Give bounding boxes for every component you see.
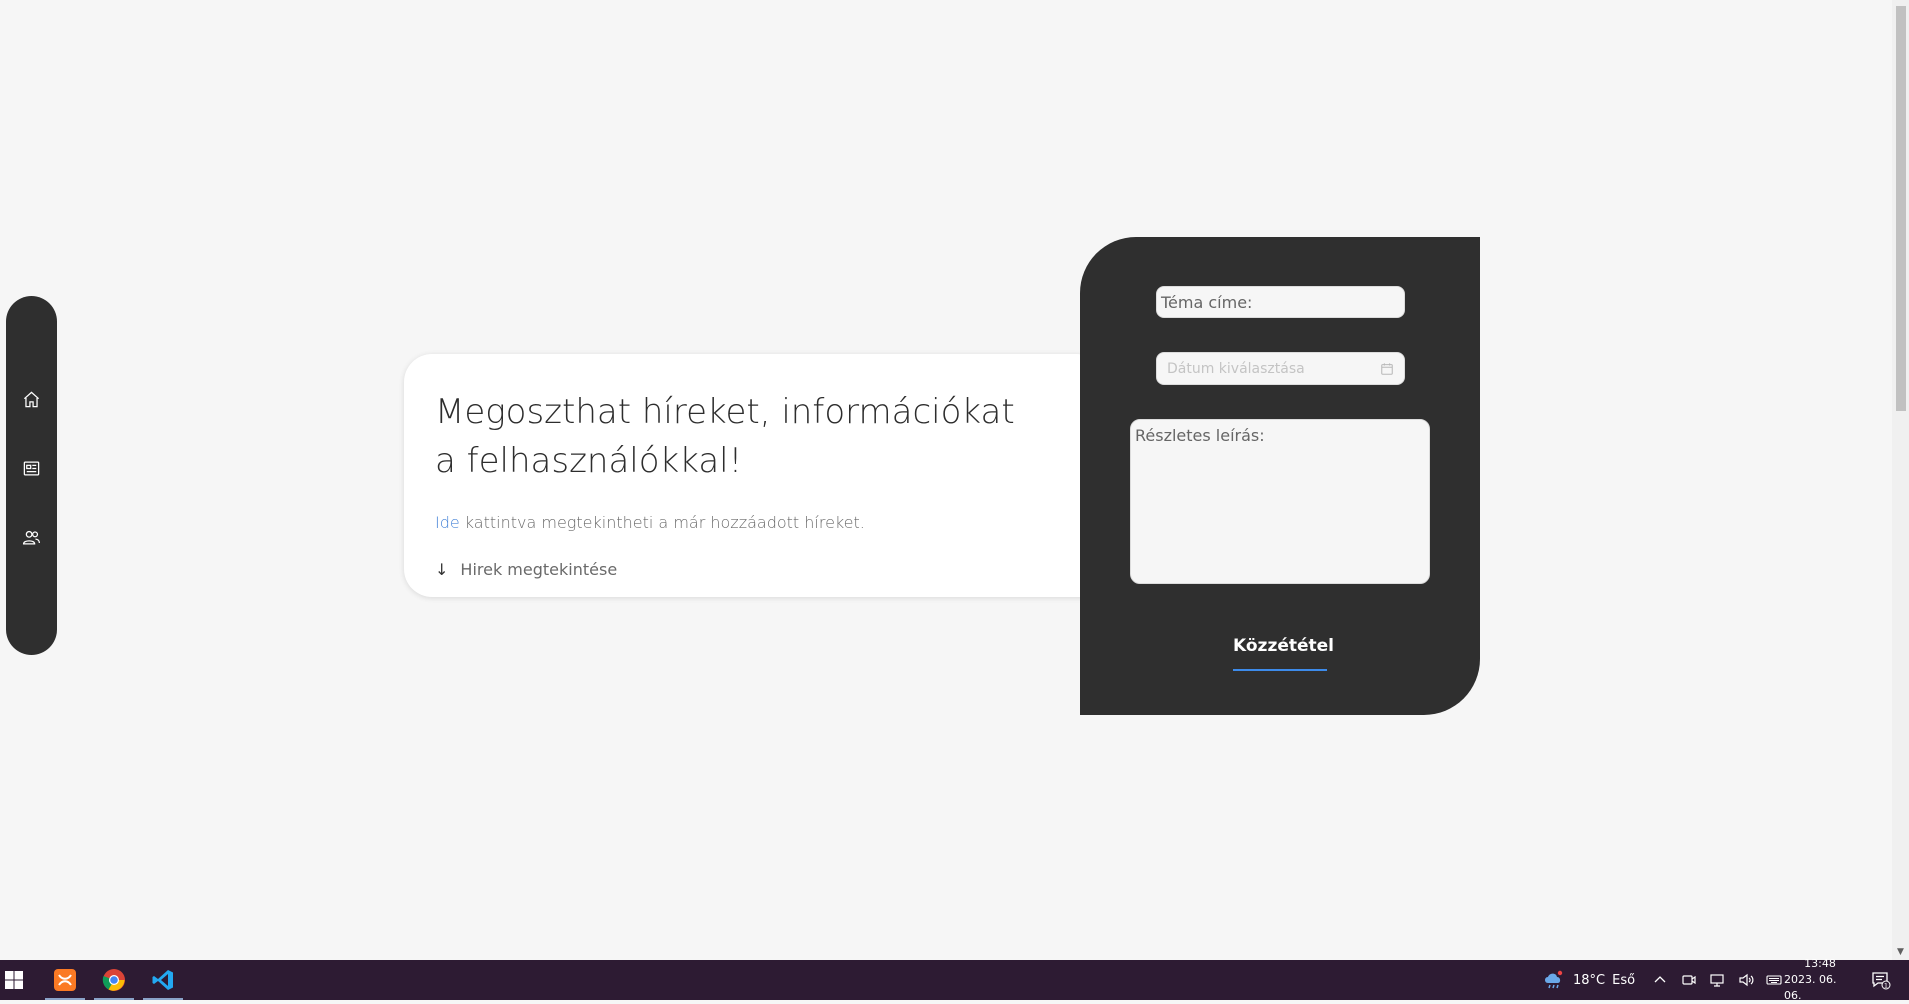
- scrollbar-thumb[interactable]: [1896, 6, 1906, 411]
- view-news-button[interactable]: ↓ Hirek megtekintése: [435, 560, 1073, 579]
- weather-widget[interactable]: 18°C Eső: [1542, 960, 1642, 1000]
- publish-button[interactable]: Közzététel: [1233, 633, 1334, 671]
- view-news-link[interactable]: Ide: [435, 513, 460, 532]
- info-card: Megoszthat híreket, információkat a felh…: [404, 354, 1104, 597]
- news-icon: [23, 461, 40, 475]
- windows-logo-icon: [5, 971, 23, 989]
- date-picker-input[interactable]: Dátum kiválasztása: [1156, 352, 1405, 385]
- home-icon: [23, 391, 40, 407]
- topic-title-placeholder: Téma címe:: [1161, 293, 1253, 312]
- description-placeholder: Részletes leírás:: [1135, 426, 1265, 445]
- side-navigation: [6, 296, 57, 655]
- volume-icon[interactable]: [1738, 972, 1754, 988]
- taskbar-app-vscode[interactable]: [143, 960, 183, 1000]
- taskbar-app-chrome[interactable]: [94, 960, 134, 1000]
- notification-icon: 1: [1872, 972, 1891, 990]
- taskbar-app-xampp[interactable]: [45, 960, 85, 1000]
- xampp-icon: [54, 969, 76, 991]
- meet-now-icon[interactable]: [1681, 972, 1697, 988]
- info-title: Megoszthat híreket, információkat a felh…: [435, 392, 1015, 481]
- taskbar: 18°C Eső 13:48 2023. 06. 06. 1: [0, 957, 1909, 1002]
- weather-description: Eső: [1612, 972, 1636, 988]
- scroll-down-arrow-icon[interactable]: ▼: [1892, 944, 1909, 960]
- nav-news-button[interactable]: [6, 448, 57, 488]
- description-textarea[interactable]: Részletes leírás:: [1130, 419, 1430, 584]
- chrome-icon: [102, 969, 125, 991]
- notification-count: 1: [1884, 982, 1888, 990]
- clock-date: 2023. 06. 06.: [1784, 973, 1837, 1002]
- date-placeholder: Dátum kiválasztása: [1167, 360, 1305, 377]
- rain-cloud-icon: [1545, 970, 1563, 989]
- nav-home-button[interactable]: [6, 379, 57, 419]
- system-tray: [1652, 960, 1782, 1000]
- topic-title-input[interactable]: Téma címe:: [1156, 286, 1405, 318]
- chevron-up-icon[interactable]: [1652, 972, 1668, 988]
- start-button[interactable]: [0, 960, 28, 1000]
- info-text: Ide kattintva megtekintheti a már hozzáa…: [435, 513, 1073, 532]
- calendar-icon[interactable]: [1380, 362, 1394, 376]
- keyboard-icon[interactable]: [1766, 972, 1782, 988]
- info-text-rest: kattintva megtekintheti a már hozzáadott…: [459, 513, 865, 532]
- nav-users-button[interactable]: [6, 517, 57, 557]
- network-icon[interactable]: [1709, 972, 1725, 988]
- arrow-down-icon: ↓: [435, 560, 449, 579]
- weather-temperature: 18°C: [1573, 972, 1606, 988]
- view-news-label: Hirek megtekintése: [460, 560, 618, 579]
- notification-center-button[interactable]: 1: [1866, 960, 1896, 1000]
- vertical-scrollbar[interactable]: ▼: [1892, 0, 1909, 960]
- clock[interactable]: 13:48 2023. 06. 06.: [1784, 957, 1856, 1002]
- news-form-panel: Téma címe: Dátum kiválasztása Részletes …: [1080, 237, 1480, 715]
- users-icon: [22, 530, 41, 544]
- clock-time: 13:48: [1804, 957, 1836, 970]
- vscode-icon: [152, 970, 173, 990]
